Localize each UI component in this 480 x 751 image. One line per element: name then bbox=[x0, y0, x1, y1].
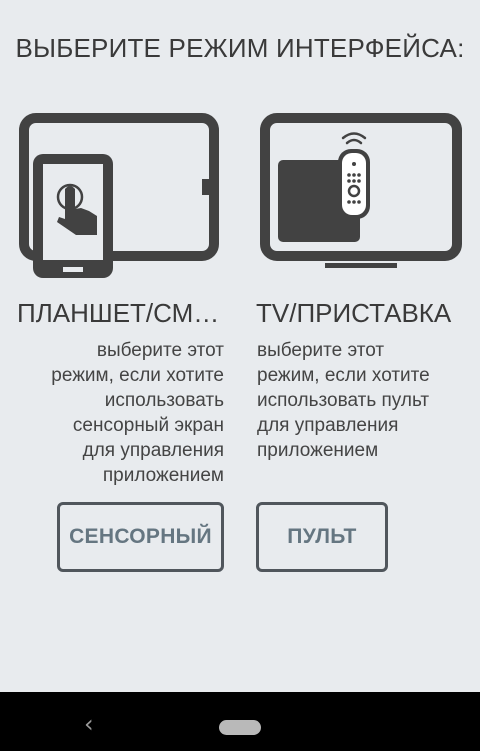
system-navigation-bar: ‹ bbox=[0, 692, 480, 751]
tablet-mode-description: выберите этот режим, если хотите использ… bbox=[30, 338, 224, 488]
tv-mode-title: TV/ПРИСТАВКА bbox=[256, 298, 452, 328]
tv-settop-remote-icon bbox=[260, 113, 462, 268]
description-line: выберите этот bbox=[257, 340, 385, 361]
tv-mode-description: выберите этот режим, если хотите использ… bbox=[257, 338, 457, 463]
description-line: приложением bbox=[257, 440, 379, 461]
description-line: приложением bbox=[102, 465, 224, 486]
back-chevron-icon[interactable]: ‹ bbox=[84, 710, 94, 738]
description-line: сенсорный экран bbox=[72, 415, 224, 436]
tablet-mode-title: ПЛАНШЕТ/СМАРТФОН bbox=[17, 298, 225, 328]
home-pill-icon[interactable] bbox=[219, 720, 261, 735]
remote-mode-button[interactable]: ПУЛЬТ bbox=[256, 502, 388, 572]
description-line: режим, если хотите bbox=[51, 365, 224, 386]
description-line: использовать пульт bbox=[257, 390, 430, 411]
tablet-phone-touch-icon bbox=[19, 113, 219, 278]
description-line: для управления bbox=[257, 415, 399, 436]
description-line: для управления bbox=[82, 440, 224, 461]
touch-mode-button[interactable]: СЕНСОРНЫЙ bbox=[57, 502, 224, 572]
description-line: использовать bbox=[104, 390, 224, 411]
description-line: выберите этот bbox=[96, 340, 224, 361]
description-line: режим, если хотите bbox=[257, 365, 430, 386]
page-title: ВЫБЕРИТЕ РЕЖИМ ИНТЕРФЕЙСА: bbox=[15, 33, 465, 63]
